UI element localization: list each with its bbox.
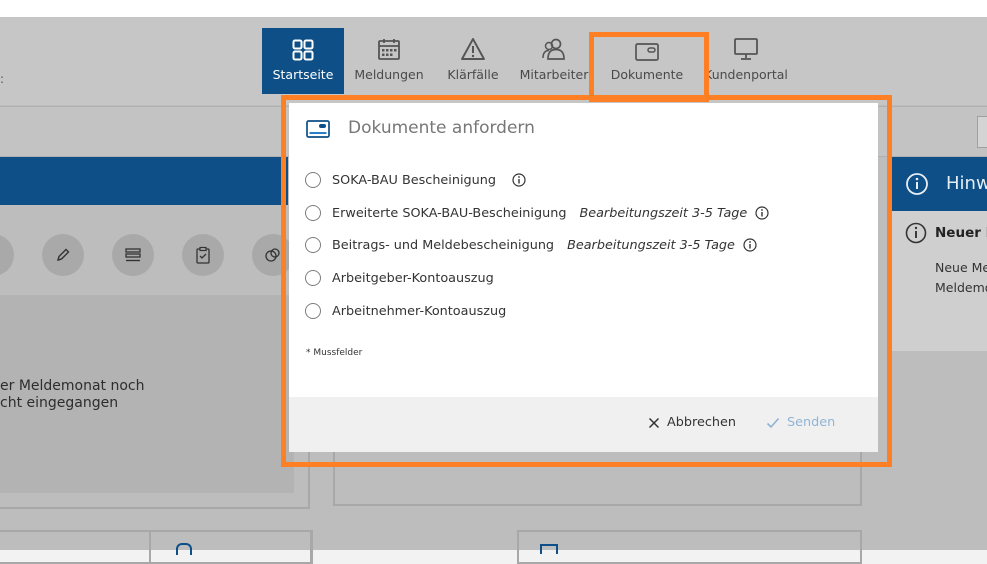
status-text-line2: cht eingegangen xyxy=(0,395,119,411)
option-label: Beitrags- und Meldebescheinigung xyxy=(332,237,555,253)
option-label: Arbeitnehmer-Kontoauszug xyxy=(332,303,507,319)
status-card xyxy=(0,295,294,493)
stack-icon xyxy=(125,248,141,262)
nav-label: Meldungen xyxy=(354,67,424,82)
processing-time-hint: Bearbeitungszeit 3-5 Tage xyxy=(567,237,735,253)
nav-left-fragment: : xyxy=(0,72,5,86)
hint-item-line1: Neue Me xyxy=(935,260,987,275)
radio-button[interactable] xyxy=(305,205,321,221)
clipboard-check-icon xyxy=(196,246,210,264)
browser-top-strip xyxy=(0,0,987,17)
cancel-button[interactable]: Abbrechen xyxy=(648,415,736,430)
radio-button[interactable] xyxy=(305,172,321,188)
nav-item-kundenportal[interactable]: Kundenportal xyxy=(704,28,788,94)
info-icon[interactable] xyxy=(755,206,769,220)
calendar-icon xyxy=(378,39,400,60)
monitor-icon xyxy=(734,38,758,60)
option-beitrags-und-meldebescheinigung[interactable]: Beitrags- und Meldebescheinigung Bearbei… xyxy=(305,235,757,255)
nav-item-startseite[interactable]: Startseite xyxy=(262,28,344,94)
nav-item-mitarbeiter[interactable]: Mitarbeiter xyxy=(518,28,590,94)
dialog-footer: Abbrechen Senden xyxy=(289,397,878,452)
nav-item-meldungen[interactable]: Meldungen xyxy=(350,28,428,94)
users-icon xyxy=(542,38,565,60)
hint-panel-body: Neuer B Neue Me Meldemo xyxy=(888,211,987,351)
info-circle-icon xyxy=(906,173,928,195)
info-icon[interactable] xyxy=(743,238,757,252)
close-icon xyxy=(648,417,660,428)
option-label: Arbeitgeber-Kontoauszug xyxy=(332,270,494,286)
radio-button[interactable] xyxy=(305,237,321,253)
option-erweiterte-soka-bau-bescheinigung[interactable]: Erweiterte SOKA-BAU-Bescheinigung Bearbe… xyxy=(305,203,769,223)
left-panel-header xyxy=(0,157,288,205)
warning-icon xyxy=(461,38,485,60)
nav-label: Startseite xyxy=(272,67,334,82)
nav-label: Klärfälle xyxy=(447,67,499,82)
document-icon xyxy=(540,544,558,554)
dialog-title: Dokumente anfordern xyxy=(348,118,535,138)
hint-item-title: Neuer B xyxy=(935,225,987,241)
edit-button[interactable] xyxy=(42,234,84,276)
option-label: Erweiterte SOKA-BAU-Bescheinigung xyxy=(332,205,567,221)
nav-label: Mitarbeiter xyxy=(519,67,589,82)
pencil-icon xyxy=(56,248,70,262)
required-fields-note: * Mussfelder xyxy=(306,348,363,358)
info-icon[interactable] xyxy=(512,173,526,187)
option-soka-bau-bescheinigung[interactable]: SOKA-BAU Bescheinigung xyxy=(305,170,526,190)
send-button[interactable]: Senden xyxy=(766,415,835,430)
dokumente-highlight xyxy=(589,32,709,102)
radio-button[interactable] xyxy=(305,303,321,319)
processing-time-hint: Bearbeitungszeit 3-5 Tage xyxy=(579,205,748,221)
hint-panel-header: Hinw xyxy=(888,157,987,211)
dashboard-icon xyxy=(292,39,314,61)
info-circle-icon xyxy=(905,222,927,244)
documents-request-dialog: Dokumente anfordern SOKA-BAU Bescheinigu… xyxy=(289,103,878,452)
hint-panel-title: Hinw xyxy=(946,173,987,194)
option-label: SOKA-BAU Bescheinigung xyxy=(332,172,496,188)
coins-icon xyxy=(265,248,280,262)
list-button[interactable] xyxy=(112,234,154,276)
hint-item-line2: Meldemo xyxy=(935,280,987,295)
bottom-card-3 xyxy=(517,530,862,564)
option-arbeitnehmer-kontoauszug[interactable]: Arbeitnehmer-Kontoauszug xyxy=(305,301,506,321)
clipboard-button[interactable] xyxy=(182,234,224,276)
status-text-line1: er Meldemonat noch xyxy=(0,378,145,394)
cancel-button-label: Abbrechen xyxy=(667,415,736,430)
nav-label: Kundenportal xyxy=(704,67,788,82)
send-button-label: Senden xyxy=(787,415,836,430)
search-input-fragment[interactable] xyxy=(977,116,987,148)
radio-button[interactable] xyxy=(305,270,321,286)
nav-item-klaerfaelle[interactable]: Klärfälle xyxy=(440,28,506,94)
option-arbeitgeber-kontoauszug[interactable]: Arbeitgeber-Kontoauszug xyxy=(305,268,494,288)
shield-icon xyxy=(176,543,192,555)
checkmark-icon xyxy=(766,417,780,428)
document-card-icon xyxy=(306,120,330,138)
bottom-card-2 xyxy=(149,530,313,564)
